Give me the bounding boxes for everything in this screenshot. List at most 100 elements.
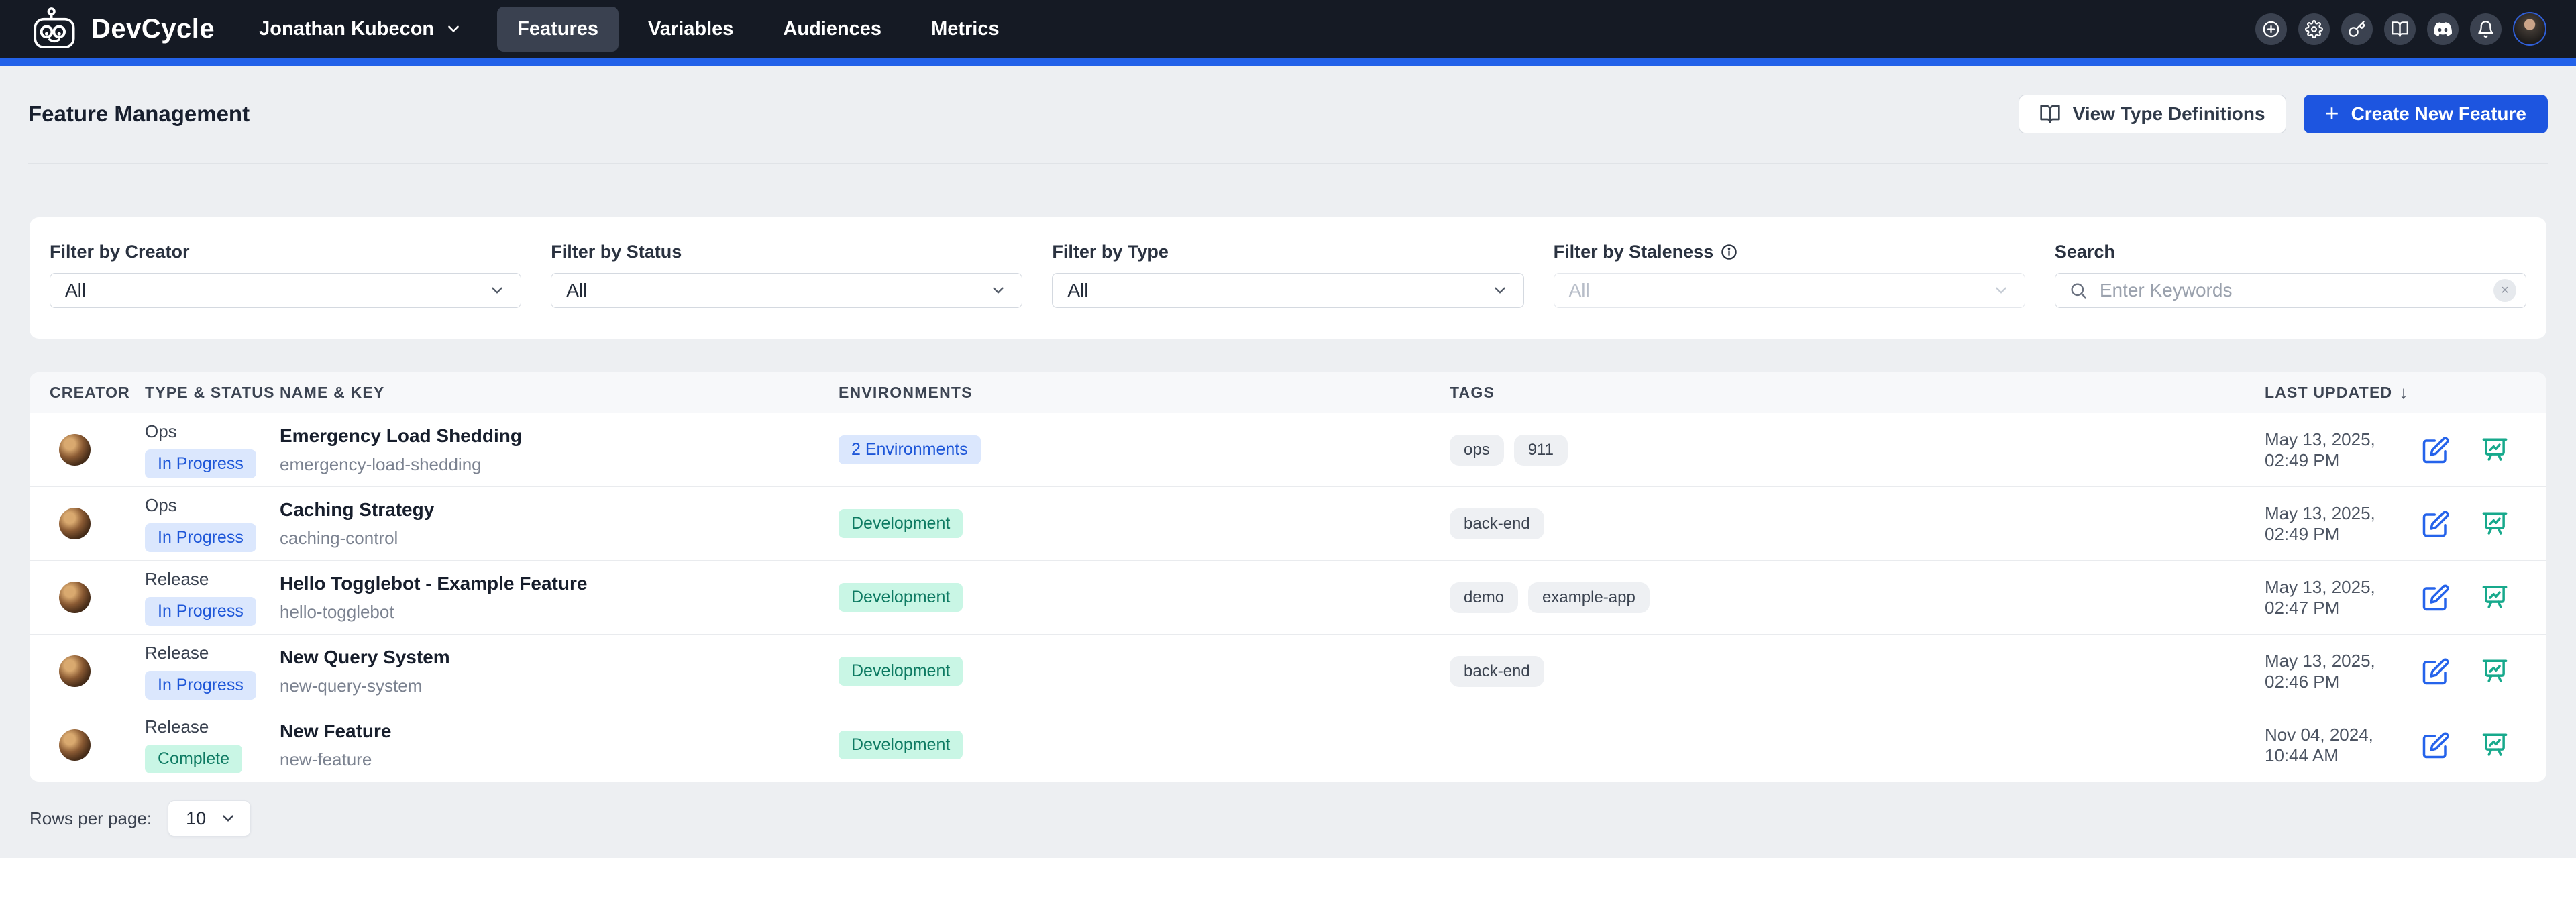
rows-per-page-select[interactable]: 10: [168, 800, 251, 837]
feature-name: New Feature: [280, 720, 839, 742]
view-type-definitions-button[interactable]: View Type Definitions: [2019, 95, 2286, 133]
filter-type: Filter by Type All: [1052, 242, 1523, 308]
creator-avatar: [59, 582, 91, 613]
pagination: Rows per page: 10: [30, 800, 2546, 837]
table-body: Ops In Progress Emergency Load Shedding …: [30, 413, 2546, 782]
user-avatar[interactable]: [2513, 12, 2546, 46]
feature-type: Release: [145, 643, 280, 663]
rows-per-page-label: Rows per page:: [30, 808, 152, 829]
creator-avatar: [59, 655, 91, 687]
table-row[interactable]: Release Complete New Feature new-feature…: [30, 708, 2546, 782]
add-circle-icon[interactable]: [2255, 13, 2287, 45]
robot-logo-icon: [30, 7, 79, 51]
metrics-chart-icon[interactable]: [2481, 657, 2509, 686]
tab-features[interactable]: Features: [497, 7, 619, 52]
feature-name: Emergency Load Shedding: [280, 425, 839, 447]
api-key-icon[interactable]: [2341, 13, 2373, 45]
devcycle-logo[interactable]: DevCycle: [30, 7, 215, 51]
header-actions: View Type Definitions + Create New Featu…: [2019, 95, 2548, 133]
table-row[interactable]: Release In Progress Hello Togglebot - Ex…: [30, 560, 2546, 634]
col-last-updated[interactable]: LAST UPDATED ↓: [2265, 382, 2526, 403]
metrics-chart-icon[interactable]: [2481, 510, 2509, 538]
tag-pill: back-end: [1450, 508, 1544, 539]
search-box: ×: [2055, 273, 2526, 308]
settings-gear-icon[interactable]: [2298, 13, 2330, 45]
chevron-down-icon: [488, 282, 506, 299]
col-environments: ENVIRONMENTS: [839, 384, 1450, 402]
filter-creator-select[interactable]: All: [50, 273, 521, 308]
docs-book-icon[interactable]: [2384, 13, 2416, 45]
metrics-chart-icon[interactable]: [2481, 731, 2509, 759]
notifications-bell-icon[interactable]: [2470, 13, 2502, 45]
metrics-chart-icon[interactable]: [2481, 436, 2509, 464]
feature-key: new-feature: [280, 749, 839, 770]
metrics-chart-icon[interactable]: [2481, 584, 2509, 612]
tags-cell: ops 911: [1450, 435, 2265, 466]
tag-pill: example-app: [1528, 582, 1650, 613]
environments-badge: Development: [839, 509, 963, 538]
nav-tabs: FeaturesVariablesAudiencesMetrics: [497, 7, 1019, 52]
tab-variables[interactable]: Variables: [628, 7, 753, 52]
row-actions: [2422, 436, 2526, 464]
filter-staleness-select[interactable]: All: [1554, 273, 2025, 308]
search-input[interactable]: [2100, 280, 2481, 301]
row-actions: [2422, 510, 2526, 538]
chevron-down-icon: [989, 282, 1007, 299]
feature-key: new-query-system: [280, 676, 839, 696]
tag-pill: 911: [1514, 435, 1568, 466]
last-updated: May 13, 2025, 02:46 PM: [2265, 651, 2422, 692]
clear-search-icon[interactable]: ×: [2493, 279, 2516, 302]
chevron-down-icon: [445, 20, 462, 38]
last-updated: May 13, 2025, 02:49 PM: [2265, 503, 2422, 545]
chevron-down-icon: [1992, 282, 2010, 299]
table-row[interactable]: Ops In Progress Caching Strategy caching…: [30, 486, 2546, 560]
filter-staleness: Filter by Staleness All: [1554, 242, 2025, 308]
creator-avatar: [59, 434, 91, 466]
edit-icon[interactable]: [2422, 584, 2450, 612]
tags-cell: back-end: [1450, 656, 2265, 687]
sort-desc-icon: ↓: [2399, 382, 2408, 403]
tab-metrics[interactable]: Metrics: [911, 7, 1020, 52]
brand-name: DevCycle: [91, 14, 215, 44]
tag-pill: ops: [1450, 435, 1504, 466]
tab-audiences[interactable]: Audiences: [763, 7, 902, 52]
edit-icon[interactable]: [2422, 436, 2450, 464]
filter-bar: Filter by Creator All Filter by Status A…: [30, 217, 2546, 339]
edit-icon[interactable]: [2422, 657, 2450, 686]
feature-type: Release: [145, 569, 280, 590]
info-icon[interactable]: [1720, 243, 1738, 261]
feature-name: Hello Togglebot - Example Feature: [280, 573, 839, 594]
creator-avatar: [59, 729, 91, 761]
table-row[interactable]: Release In Progress New Query System new…: [30, 634, 2546, 708]
feature-key: caching-control: [280, 528, 839, 549]
col-type-status: TYPE & STATUS: [145, 384, 280, 402]
last-updated: Nov 04, 2024, 10:44 AM: [2265, 725, 2422, 766]
table-header: CREATOR TYPE & STATUS NAME & KEY ENVIRON…: [30, 372, 2546, 413]
filter-status-select[interactable]: All: [551, 273, 1022, 308]
table-row[interactable]: Ops In Progress Emergency Load Shedding …: [30, 413, 2546, 486]
edit-icon[interactable]: [2422, 731, 2450, 759]
status-badge: In Progress: [145, 597, 256, 626]
creator-avatar: [59, 508, 91, 539]
page-header: Feature Management View Type Definitions…: [28, 66, 2548, 164]
status-badge: In Progress: [145, 523, 256, 552]
filter-search: Search ×: [2055, 242, 2526, 308]
feature-name: New Query System: [280, 647, 839, 668]
filter-type-label: Filter by Type: [1052, 242, 1523, 262]
feature-key: hello-togglebot: [280, 602, 839, 623]
edit-icon[interactable]: [2422, 510, 2450, 538]
page-title: Feature Management: [28, 101, 250, 127]
status-badge: In Progress: [145, 671, 256, 700]
book-icon: [2039, 103, 2061, 125]
create-new-feature-button[interactable]: + Create New Feature: [2304, 95, 2548, 133]
row-actions: [2422, 731, 2526, 759]
filter-type-select[interactable]: All: [1052, 273, 1523, 308]
discord-icon[interactable]: [2427, 13, 2459, 45]
feature-type: Ops: [145, 495, 280, 516]
col-tags: TAGS: [1450, 384, 2265, 402]
col-name-key: NAME & KEY: [280, 384, 839, 402]
features-table: CREATOR TYPE & STATUS NAME & KEY ENVIRON…: [30, 372, 2546, 782]
org-selector[interactable]: Jonathan Kubecon: [259, 18, 462, 40]
filter-staleness-label: Filter by Staleness: [1554, 242, 2025, 262]
row-actions: [2422, 657, 2526, 686]
